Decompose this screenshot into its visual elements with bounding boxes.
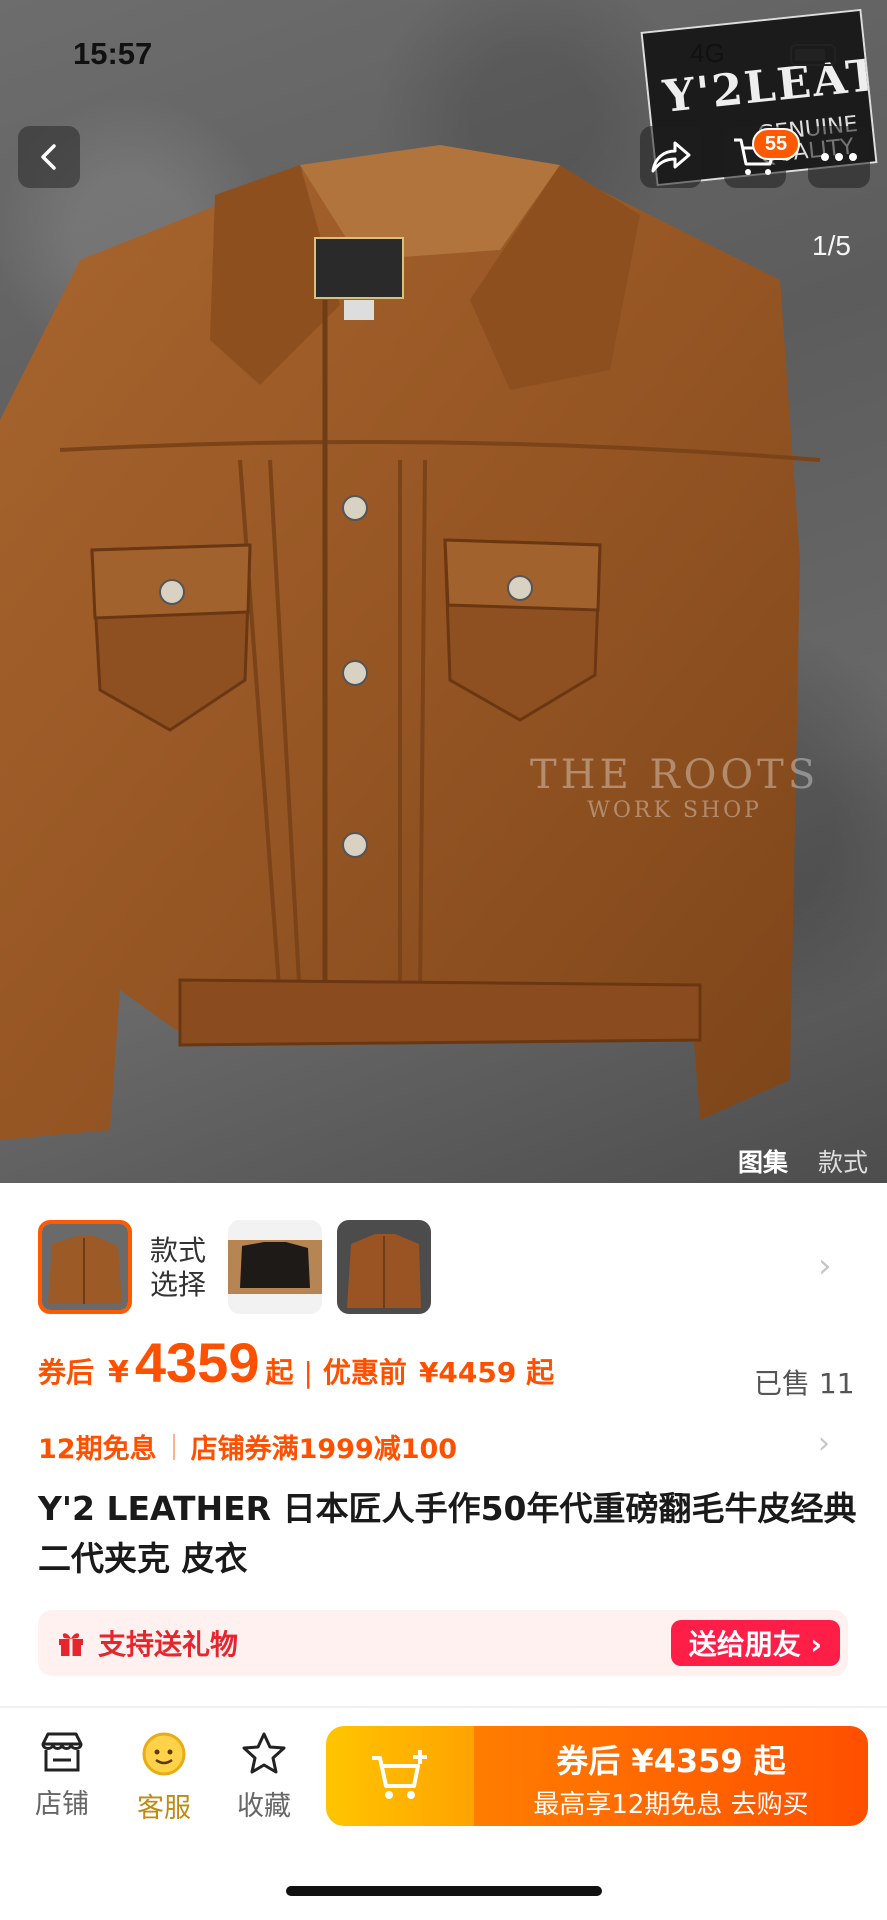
watermark-line2: WORK SHOP [587, 798, 762, 823]
image-watermark: THE ROOTS WORK SHOP [530, 752, 819, 823]
price-row: 券后 ¥ 4359 起 | 优惠前 ¥4459 起 [38, 1330, 554, 1395]
store-coupon-promo: 店铺券满1999减100 [190, 1434, 458, 1465]
store-icon [41, 1732, 83, 1772]
buy-installment-text: 最高享12期免息 去购买 [533, 1790, 809, 1820]
product-title: Y'2 LEATHER 日本匠人手作50年代重磅翻毛牛皮经典二代夹克 皮衣 [38, 1489, 857, 1578]
store-button[interactable]: 店铺 [22, 1730, 102, 1821]
network-indicator: 4G [690, 38, 725, 68]
more-dots-icon [821, 153, 857, 161]
back-button[interactable] [18, 126, 80, 188]
chevron-right-icon[interactable]: › [818, 1426, 830, 1461]
price-from-suffix: 起 [265, 1356, 294, 1389]
currency-symbol: ¥ [108, 1355, 129, 1390]
share-button[interactable] [640, 126, 702, 188]
status-bar-time: 15:57 [73, 36, 153, 71]
customer-service-label: 客服 [137, 1793, 191, 1824]
gift-support-bar[interactable]: 支持送礼物 送给朋友 › [38, 1610, 848, 1676]
image-page-counter: 1/5 [812, 230, 851, 261]
style-selector-label[interactable]: 款式选择 [150, 1234, 212, 1302]
send-to-friend-button[interactable]: 送给朋友 › [670, 1620, 840, 1666]
after-coupon-label: 券后 [38, 1356, 95, 1389]
jacket-thumbnail-image [42, 1224, 128, 1310]
battery-icon [790, 44, 836, 66]
customer-service-icon [142, 1732, 186, 1776]
promo-divider [172, 1433, 175, 1460]
product-image-carousel[interactable]: 15:57 Y'2LEATHER GENUINE QUALITY 4G 55 1/… [0, 0, 887, 1183]
gift-icon [59, 1633, 83, 1656]
star-icon [242, 1732, 286, 1774]
promotion-row[interactable]: 12期免息 店铺券满1999减100 [38, 1427, 457, 1466]
add-to-cart-button[interactable] [326, 1726, 474, 1826]
installment-promo: 12期免息 [38, 1434, 157, 1465]
style-thumbnail-selected[interactable] [38, 1220, 132, 1314]
home-indicator [286, 1886, 602, 1896]
bottom-divider [0, 1706, 887, 1708]
jacket-thumbnail-image [337, 1220, 431, 1314]
purchase-bar: 券后 ¥4359 起 最高享12期免息 去购买 [326, 1726, 868, 1826]
jacket-thumbnail-image [228, 1220, 322, 1314]
gift-support-label: 支持送礼物 [98, 1628, 239, 1661]
price-separator: | [303, 1356, 313, 1389]
share-icon [651, 141, 691, 173]
after-coupon-price: 4359 [134, 1331, 260, 1394]
chevron-right-icon[interactable]: › [818, 1246, 832, 1286]
favorite-button[interactable]: 收藏 [224, 1730, 304, 1823]
more-options-button[interactable] [808, 126, 870, 188]
tab-style[interactable]: 款式 [818, 1143, 868, 1179]
add-to-cart-icon [372, 1750, 427, 1799]
buy-price-text: 券后 ¥4359 起 [556, 1742, 786, 1780]
favorite-label: 收藏 [237, 1791, 291, 1822]
cart-count-badge: 55 [752, 128, 800, 160]
watermark-line1: THE ROOTS [530, 752, 820, 798]
customer-service-button[interactable]: 客服 [124, 1730, 204, 1825]
buy-now-button[interactable]: 券后 ¥4359 起 最高享12期免息 去购买 [474, 1726, 868, 1826]
style-thumbnail[interactable] [228, 1220, 322, 1314]
chevron-left-icon [41, 144, 56, 170]
before-discount-label: 优惠前 [322, 1356, 407, 1389]
style-thumbnail[interactable] [337, 1220, 431, 1314]
before-discount-price: ¥4459 起 [418, 1356, 555, 1389]
tab-gallery[interactable]: 图集 [738, 1143, 788, 1179]
sold-count: 已售 11 [754, 1367, 855, 1400]
store-label: 店铺 [35, 1789, 89, 1820]
